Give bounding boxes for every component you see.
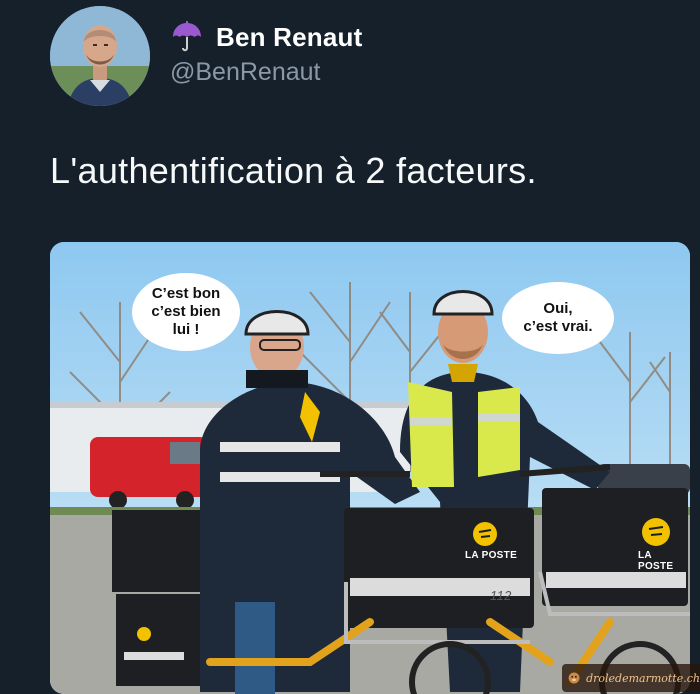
bubble-left-line-1: C’est bon — [151, 285, 221, 302]
bubble-left-line-2: c’est bien — [151, 303, 221, 320]
speech-bubble-right: Oui, c’est vrai. — [502, 282, 614, 354]
watermark: droledemarmotte.ch — [562, 664, 700, 692]
bubble-right-line-2: c’est vrai. — [523, 318, 593, 335]
tweet-photo[interactable]: C’est bon c’est bien lui ! Oui, c’est vr… — [50, 242, 690, 694]
marmot-icon — [568, 672, 580, 684]
watermark-text: droledemarmotte.ch — [586, 671, 700, 685]
bag-label-middle: LA POSTE — [465, 550, 518, 561]
author-display-name[interactable]: Ben Renaut — [216, 22, 362, 53]
bag-handwriting: 112 — [490, 588, 512, 603]
avatar[interactable] — [50, 6, 150, 106]
tweet-text: L'authentification à 2 facteurs. — [50, 150, 537, 191]
bag-label-right: LA POSTE — [638, 550, 674, 572]
tweet-card: Ben Renaut @BenRenaut L'authentification… — [20, 0, 690, 694]
bubble-right-line-1: Oui, — [543, 300, 573, 317]
author-name-row[interactable]: Ben Renaut — [170, 20, 362, 54]
bubble-left-line-3: lui ! — [172, 321, 200, 338]
umbrella-icon — [173, 21, 201, 52]
speech-bubble-left: C’est bon c’est bien lui ! — [132, 273, 240, 351]
author-handle[interactable]: @BenRenaut — [170, 58, 320, 87]
